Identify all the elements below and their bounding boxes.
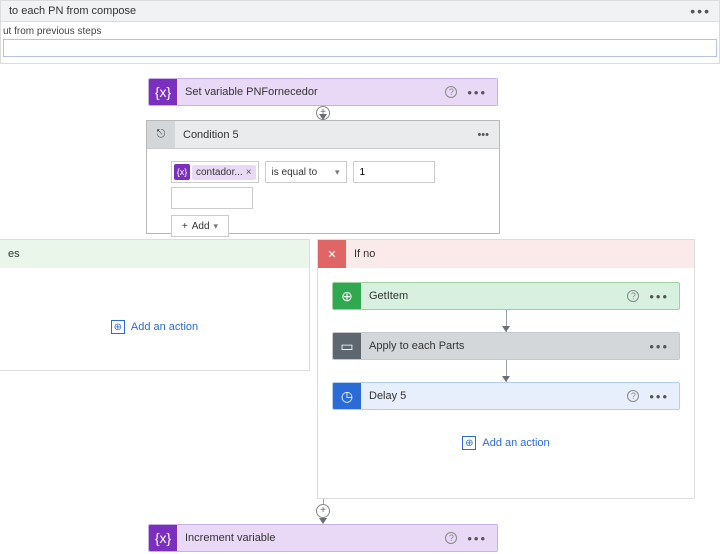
add-action-icon: ⊕ bbox=[111, 320, 125, 334]
condition-operator-select[interactable]: is equal to ▾ bbox=[265, 161, 347, 183]
more-icon[interactable]: ••• bbox=[467, 531, 487, 546]
more-icon[interactable]: ••• bbox=[649, 389, 669, 404]
help-icon[interactable]: ? bbox=[627, 390, 639, 402]
if-no-branch: ✕ If no ⊕ GetItem ? ••• ▭ Apply to each … bbox=[317, 239, 695, 499]
remove-token-icon[interactable]: × bbox=[246, 167, 252, 178]
more-icon[interactable]: ••• bbox=[467, 85, 487, 100]
clock-icon: ◷ bbox=[333, 383, 361, 409]
sharepoint-icon: ⊕ bbox=[333, 283, 361, 309]
loop-input-label: ut from previous steps bbox=[3, 26, 717, 39]
chevron-down-icon: ▾ bbox=[214, 221, 219, 232]
if-no-label: If no bbox=[346, 240, 694, 268]
getitem-label: GetItem bbox=[361, 283, 617, 309]
condition-icon: ⎋ bbox=[147, 121, 175, 148]
condition-header: ⎋ Condition 5 ••• bbox=[147, 121, 499, 149]
condition-value-input[interactable] bbox=[353, 161, 435, 183]
condition-title: Condition 5 bbox=[175, 121, 467, 148]
if-yes-label: es bbox=[0, 240, 309, 268]
apply-each-label: Apply to each Parts bbox=[361, 333, 639, 359]
card-actions: ? ••• bbox=[435, 79, 497, 105]
set-variable-label: Set variable PNFornecedor bbox=[177, 79, 435, 105]
help-icon[interactable]: ? bbox=[445, 532, 457, 544]
help-icon[interactable]: ? bbox=[445, 86, 457, 98]
set-variable-card[interactable]: {x} Set variable PNFornecedor ? ••• bbox=[148, 78, 498, 106]
condition-operand-extra[interactable] bbox=[171, 187, 253, 209]
loop-input-area: ut from previous steps bbox=[0, 22, 720, 64]
condition-card[interactable]: ⎋ Condition 5 ••• {x} contador... × is e… bbox=[146, 120, 500, 234]
loop-icon: ▭ bbox=[333, 333, 361, 359]
chevron-down-icon: ▾ bbox=[335, 167, 340, 178]
if-yes-header: es bbox=[0, 240, 309, 268]
condition-add-button[interactable]: + Add ▾ bbox=[171, 215, 229, 237]
flow-canvas: {x} Set variable PNFornecedor ? ••• + ⎋ … bbox=[0, 64, 720, 554]
condition-operand-label: contador... bbox=[196, 167, 243, 178]
if-yes-add-action[interactable]: ⊕ Add an action bbox=[0, 320, 309, 334]
getitem-card[interactable]: ⊕ GetItem ? ••• bbox=[332, 282, 680, 310]
variable-icon: {x} bbox=[149, 79, 177, 105]
close-icon: ✕ bbox=[318, 240, 346, 268]
loop-input-field[interactable] bbox=[3, 39, 717, 57]
condition-body: {x} contador... × is equal to ▾ + Add ▾ bbox=[147, 149, 499, 245]
help-icon[interactable]: ? bbox=[627, 290, 639, 302]
delay-label: Delay 5 bbox=[361, 383, 617, 409]
if-no-header: ✕ If no bbox=[318, 240, 694, 268]
plus-icon: + bbox=[182, 221, 188, 232]
condition-operator-label: is equal to bbox=[272, 167, 318, 178]
add-action-icon: ⊕ bbox=[462, 436, 476, 450]
expression-icon: {x} bbox=[174, 164, 190, 180]
if-yes-branch: es ⊕ Add an action bbox=[0, 239, 310, 371]
loop-header-bar: to each PN from compose ••• bbox=[0, 0, 720, 22]
if-no-add-action-label: Add an action bbox=[482, 437, 549, 449]
increment-variable-label: Increment variable bbox=[177, 525, 435, 551]
increment-variable-card[interactable]: {x} Increment variable ? ••• bbox=[148, 524, 498, 552]
variable-icon: {x} bbox=[149, 525, 177, 551]
apply-each-card[interactable]: ▭ Apply to each Parts ••• bbox=[332, 332, 680, 360]
loop-title: to each PN from compose bbox=[9, 5, 136, 17]
if-yes-add-action-label: Add an action bbox=[131, 321, 198, 333]
more-icon[interactable]: ••• bbox=[649, 289, 669, 304]
more-icon[interactable]: ••• bbox=[649, 339, 669, 354]
loop-menu-icon[interactable]: ••• bbox=[690, 3, 711, 19]
condition-add-label: Add bbox=[192, 221, 210, 232]
condition-more-icon[interactable]: ••• bbox=[477, 129, 489, 141]
if-no-add-action[interactable]: ⊕ Add an action bbox=[332, 436, 680, 450]
delay-card[interactable]: ◷ Delay 5 ? ••• bbox=[332, 382, 680, 410]
add-step-button[interactable]: + bbox=[316, 504, 330, 518]
condition-operand-left[interactable]: {x} contador... × bbox=[171, 161, 259, 183]
